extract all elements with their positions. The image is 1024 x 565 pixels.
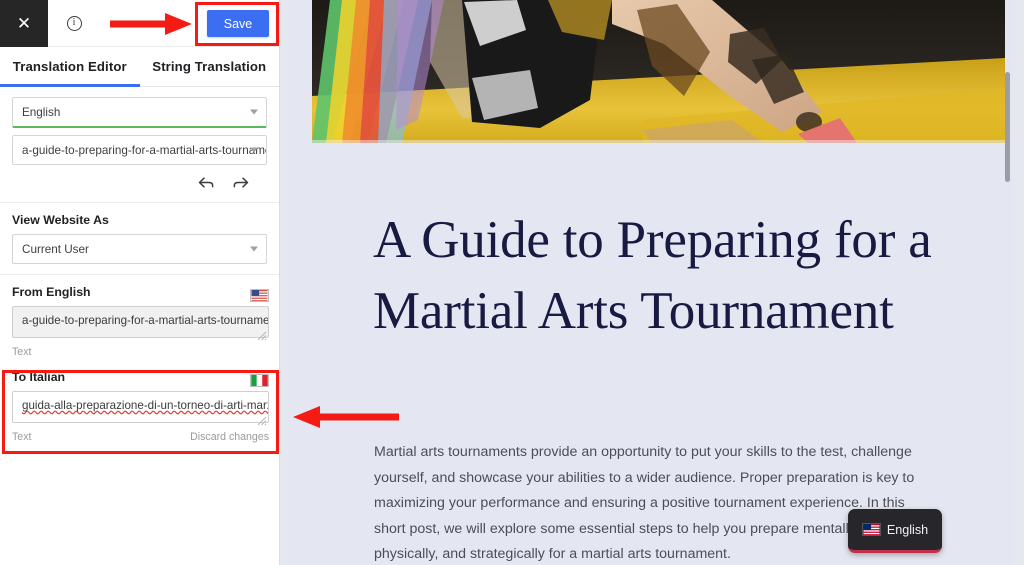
website-preview: A Guide to Preparing for a Martial Arts … [287,0,1014,565]
target-text-field[interactable] [12,391,269,423]
to-italian-label: To Italian [12,370,66,384]
info-button[interactable]: i [48,0,100,47]
post-body-text: Martial arts tournaments provide an oppo… [374,444,915,563]
view-as-select-value: Current User [22,242,89,256]
undo-icon[interactable] [196,175,215,190]
chevron-down-icon [250,246,258,252]
view-website-as-label: View Website As [12,213,109,227]
chevron-down-icon [250,147,258,153]
app-root: A Guide to Preparing for a Martial Arts … [0,0,1024,565]
discard-changes-link[interactable]: Discard changes [190,431,269,443]
us-flag-icon [250,289,269,302]
chevron-down-icon [250,109,258,115]
source-text-field[interactable] [12,306,269,338]
language-switcher-widget[interactable]: English [848,509,942,553]
close-icon: ✕ [16,13,32,33]
language-select[interactable]: English [12,97,267,128]
tab-string-translation[interactable]: String Translation [140,47,280,86]
page-scrollbar[interactable] [1004,0,1011,565]
history-controls [12,173,267,194]
page-title: A Guide to Preparing for a Martial Arts … [373,211,932,340]
language-switcher-label: English [886,522,929,537]
hero-image [312,0,1005,143]
tab-string-translation-label: String Translation [152,59,267,74]
language-select-value: English [22,105,61,119]
view-website-as-section: View Website As Current User [0,203,279,275]
slug-select-value: a-guide-to-preparing-for-a-martial-arts-… [22,143,267,157]
scrollbar-thumb[interactable] [1005,72,1010,182]
save-button[interactable]: Save [207,10,269,37]
us-flag-icon [861,523,881,536]
redo-icon[interactable] [232,175,251,190]
view-as-select[interactable]: Current User [12,234,267,264]
tab-translation-editor[interactable]: Translation Editor [0,47,140,87]
info-icon: i [66,15,82,31]
tab-translation-editor-label: Translation Editor [12,59,127,74]
close-button[interactable]: ✕ [0,0,48,47]
target-field-type: Text [12,431,32,443]
source-field-section: From English a-guide-to-preparing-for-a-… [0,275,279,362]
hero-image-graphic [312,0,1005,143]
translation-sidebar: ✕ i Save Translation Editor String Trans… [0,0,280,565]
it-flag-icon [250,374,269,387]
sidebar-tabs: Translation Editor String Translation [0,47,279,87]
source-field-type: Text [12,346,32,358]
from-english-label: From English [12,285,91,299]
target-field-section: To Italian Text Discard changes [0,362,279,451]
selectors-section: English a-guide-to-preparing-for-a-marti… [0,87,279,203]
slug-select[interactable]: a-guide-to-preparing-for-a-martial-arts-… [12,135,267,165]
sidebar-topbar: ✕ i Save [0,0,279,47]
